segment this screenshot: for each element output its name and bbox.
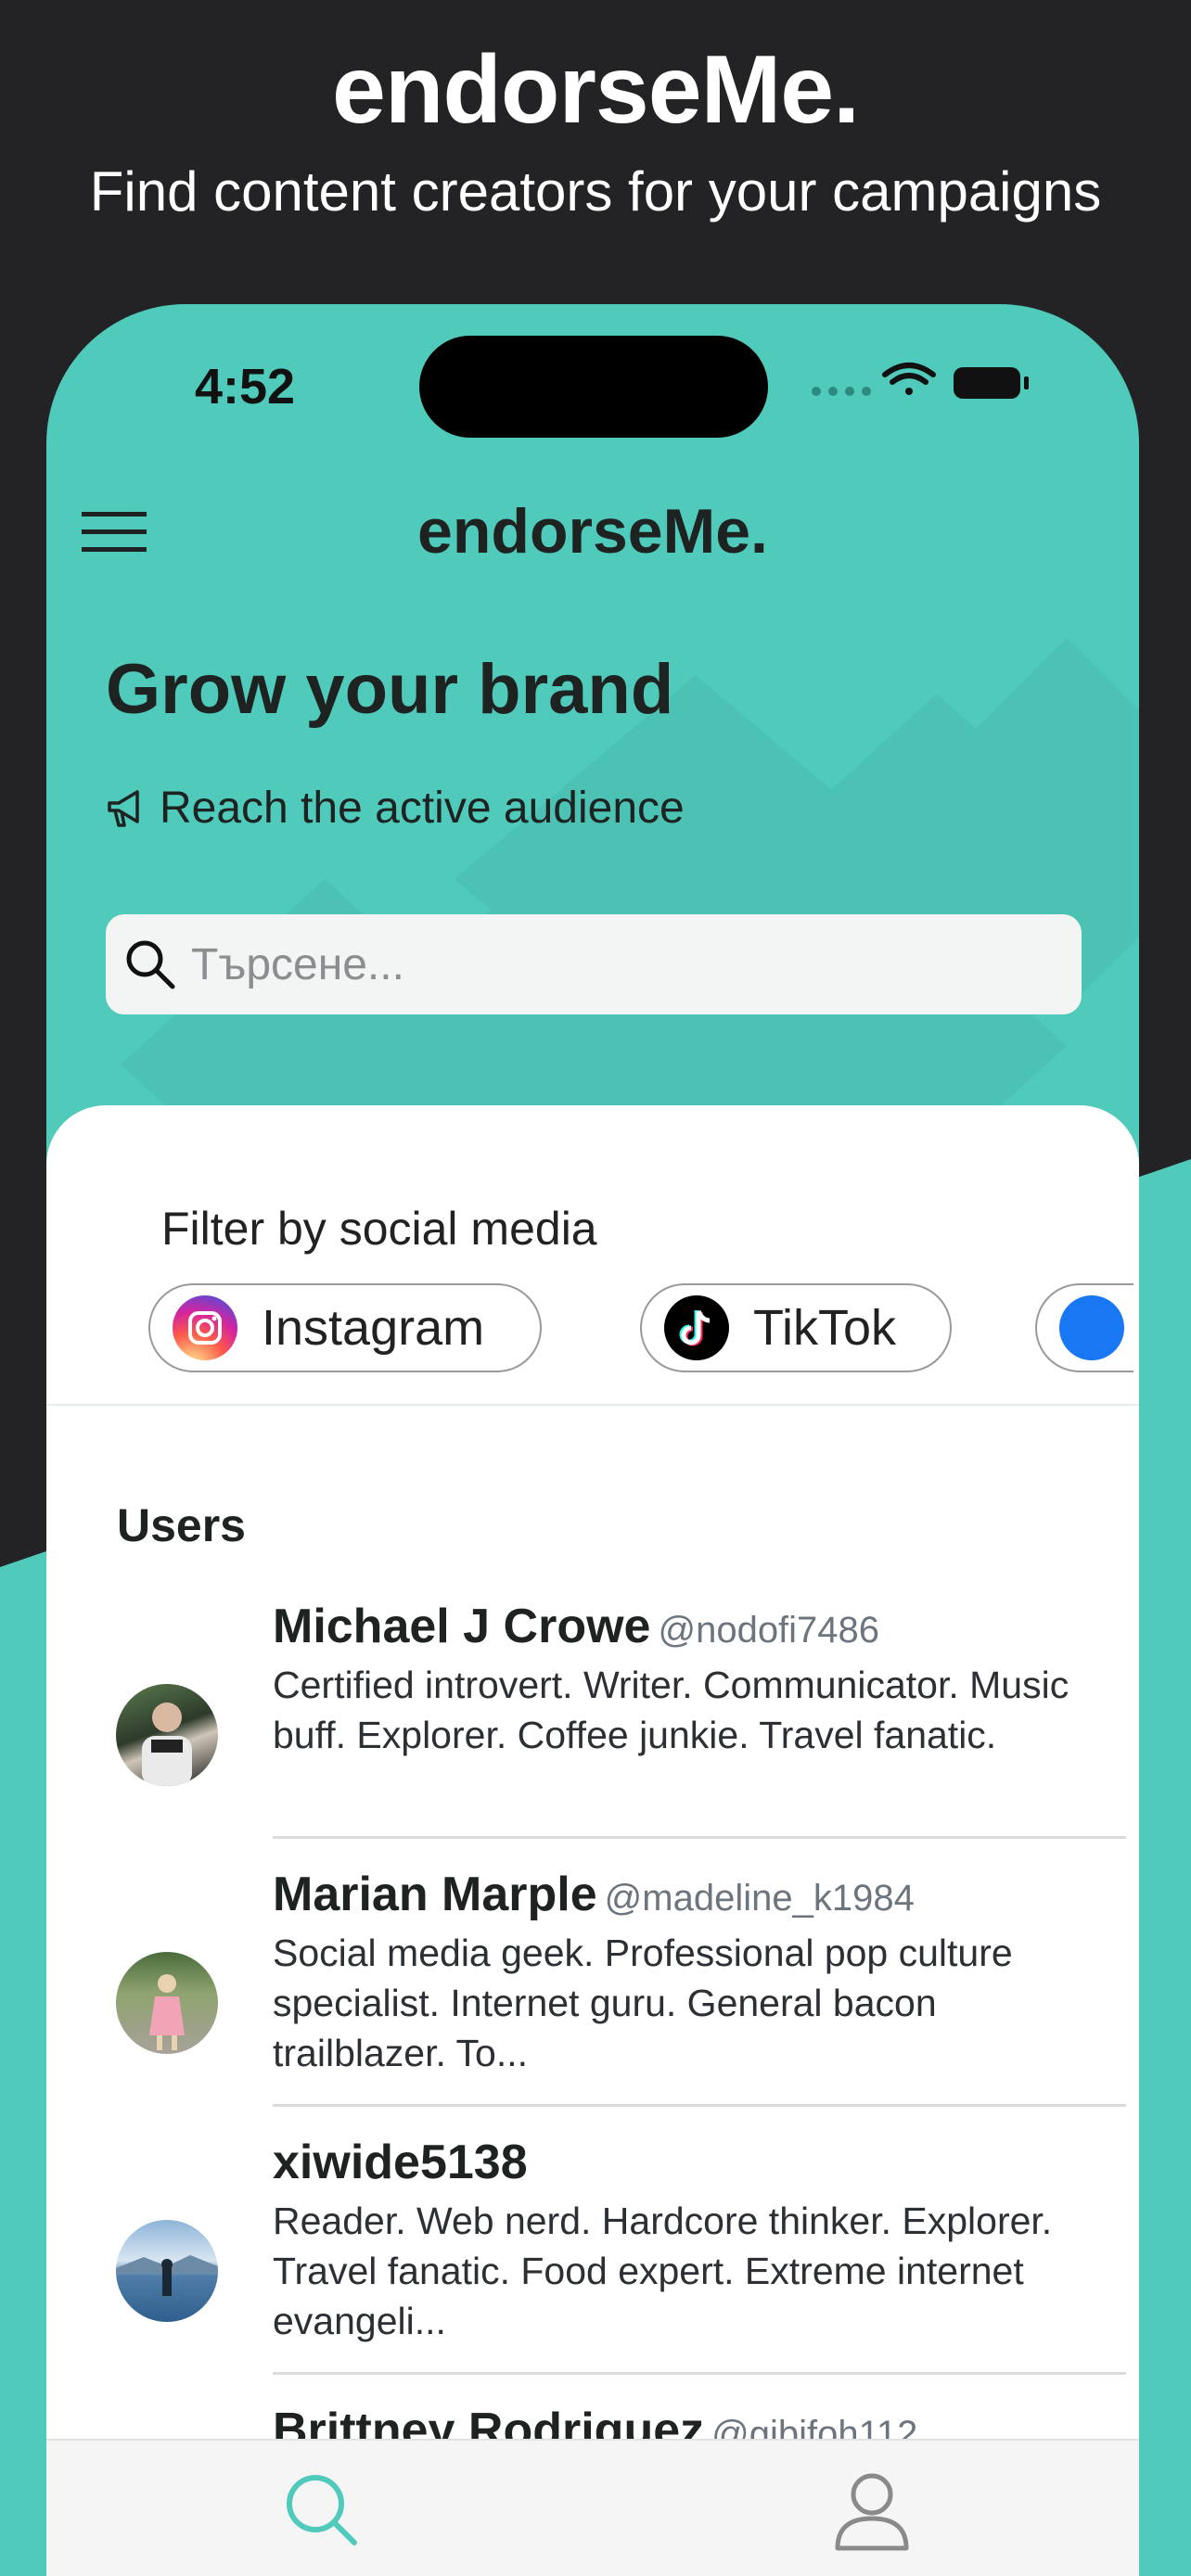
promo-subtitle: Find content creators for your campaigns (89, 160, 1102, 223)
status-icons (812, 363, 1029, 399)
user-handle: @madeline_k1984 (604, 1878, 915, 1919)
search-icon[interactable] (280, 2468, 364, 2552)
cellular-signal-icon (812, 387, 871, 396)
row-divider (273, 2104, 1126, 2107)
user-handle: @nodofi7486 (658, 1610, 880, 1651)
filter-divider (46, 1404, 1139, 1406)
user-text: xiwide5138 Reader. Web nerd. Hardcore th… (273, 2135, 1089, 2346)
user-bio: Social media geek. Professional pop cult… (273, 1932, 1013, 2074)
user-name: Michael J Crowe (273, 1600, 651, 1653)
user-text: Michael J Crowe @nodofi7486 Certified int… (273, 1599, 1089, 1760)
battery-icon (954, 367, 1029, 399)
social-filter-chips: Instagram TikTok (148, 1283, 1133, 1380)
instagram-icon (173, 1295, 237, 1360)
chip-instagram[interactable]: Instagram (148, 1283, 542, 1372)
wifi-icon (882, 363, 936, 395)
search-icon (126, 940, 175, 989)
search-bar[interactable] (106, 914, 1082, 1014)
user-bio: Reader. Web nerd. Hardcore thinker. Expl… (273, 2200, 1053, 2342)
user-list-item[interactable]: Michael J Crowe @nodofi7486 Certified int… (46, 1599, 1139, 1868)
phone-frame: 4:52 endorseMe. Grow your brand Reach th… (46, 304, 1139, 2576)
hero-subtitle-row: Reach the active audience (106, 783, 685, 834)
user-name: Marian Marple (273, 1868, 597, 1921)
row-divider (273, 2372, 1126, 2375)
avatar (116, 1952, 218, 2054)
megaphone-icon (108, 789, 139, 827)
user-bio: Certified introvert. Writer. Communicato… (273, 1664, 1069, 1756)
hero-title: Grow your brand (106, 650, 674, 729)
user-text: Marian Marple @madeline_k1984 Social medi… (273, 1867, 1089, 2078)
chip-more[interactable] (1035, 1283, 1133, 1372)
user-list-item[interactable]: xiwide5138 Reader. Web nerd. Hardcore th… (46, 2135, 1139, 2404)
filter-label: Filter by social media (161, 1203, 597, 1255)
app-logo: endorseMe. (417, 496, 768, 567)
social-icon (1059, 1295, 1124, 1360)
user-name: xiwide5138 (273, 2136, 528, 2189)
user-list-item[interactable]: Marian Marple @madeline_k1984 Social medi… (46, 1867, 1139, 2136)
dynamic-island (419, 336, 768, 438)
users-heading: Users (117, 1499, 246, 1551)
hero-subtitle: Reach the active audience (160, 784, 685, 833)
promo-title: endorseMe. (332, 36, 860, 144)
avatar (116, 2220, 218, 2322)
row-divider (273, 1836, 1126, 1839)
chip-label: TikTok (753, 1300, 897, 1356)
profile-icon[interactable] (830, 2468, 914, 2552)
status-time: 4:52 (195, 359, 296, 414)
chip-label: Instagram (262, 1300, 485, 1356)
search-input[interactable] (189, 937, 1028, 991)
chip-tiktok[interactable]: TikTok (640, 1283, 952, 1372)
tiktok-icon (664, 1295, 729, 1360)
tab-bar (46, 2439, 1139, 2576)
avatar (116, 1684, 218, 1786)
